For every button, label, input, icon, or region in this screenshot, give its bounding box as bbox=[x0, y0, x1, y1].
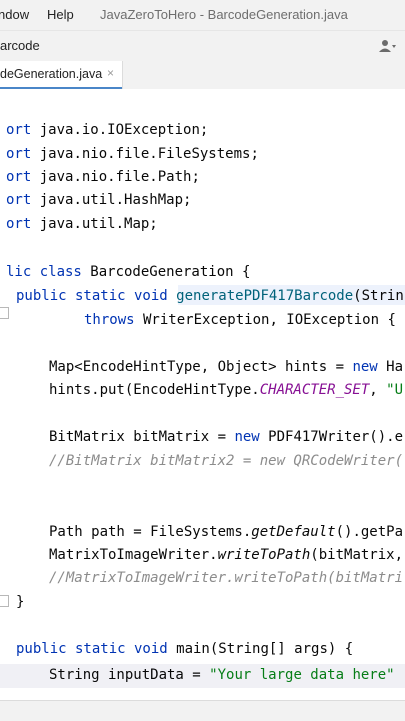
code-line-import: ort java.util.HashMap; bbox=[6, 189, 191, 211]
menu-item-help[interactable]: Help bbox=[47, 7, 74, 22]
string-literal: "Your large data here" bbox=[209, 667, 395, 683]
close-icon[interactable]: × bbox=[107, 66, 114, 80]
code-line-hints-declaration: Map<EncodeHintType, Object> hints = new … bbox=[49, 356, 403, 378]
code-line-comment: //BitMatrix bitMatrix2 = new QRCodeWrite… bbox=[49, 453, 404, 469]
import-keyword: ort bbox=[6, 122, 32, 138]
constant-name: CHARACTER_SET bbox=[259, 382, 370, 398]
status-bar bbox=[0, 700, 405, 721]
new-keyword: new bbox=[234, 429, 260, 445]
import-keyword: ort bbox=[6, 192, 32, 208]
code-line-import: ort java.util.Map; bbox=[6, 213, 158, 235]
code-line-input-data: String inputData = "Your large data here… bbox=[49, 664, 395, 686]
code-text: BitMatrix bitMatrix = bbox=[49, 429, 235, 445]
throws-list: WriterException, IOException { bbox=[134, 312, 396, 328]
menu-bar: ndow Help JavaZeroToHero - BarcodeGenera… bbox=[0, 0, 405, 30]
code-text: hints.put(EncodeHintType. bbox=[49, 382, 260, 398]
import-package: java.io.IOException; bbox=[31, 122, 209, 138]
import-package: java.util.Map; bbox=[31, 216, 158, 232]
import-package: java.nio.file.FileSystems; bbox=[31, 146, 259, 162]
fold-marker-icon[interactable] bbox=[0, 595, 9, 607]
method-modifiers: public static void bbox=[16, 288, 168, 304]
code-line-hints-put: hints.put(EncodeHintType.CHARACTER_SET, … bbox=[49, 379, 403, 401]
code-line-bitmatrix: BitMatrix bitMatrix = new PDF417Writer()… bbox=[49, 426, 403, 448]
menu-item-window[interactable]: ndow bbox=[0, 7, 29, 22]
code-line-write-to-path: MatrixToImageWriter.writeToPath(bitMatri… bbox=[49, 544, 403, 566]
code-line-method-declaration: public static void generatePDF417Barcode… bbox=[16, 285, 404, 307]
throws-keyword: throws bbox=[84, 312, 135, 328]
code-line-class-declaration: lic class BarcodeGeneration { bbox=[6, 261, 250, 283]
import-package: java.nio.file.Path; bbox=[31, 169, 200, 185]
code-text: MatrixToImageWriter. bbox=[49, 547, 218, 563]
method-call: getDefault bbox=[251, 524, 336, 540]
class-keyword: lic class bbox=[6, 264, 82, 280]
code-line-import: ort java.nio.file.FileSystems; bbox=[6, 143, 259, 165]
code-line-main-declaration: public static void main(String[] args) { bbox=[16, 638, 353, 660]
code-text: Path path = FileSystems. bbox=[49, 524, 252, 540]
code-line-import: ort java.io.IOException; bbox=[6, 119, 208, 141]
code-line-partial: ----------------------------------------… bbox=[6, 89, 352, 99]
class-name: BarcodeGeneration { bbox=[81, 264, 251, 280]
code-text: ().getPa bbox=[335, 524, 404, 540]
window-title: JavaZeroToHero - BarcodeGeneration.java bbox=[100, 7, 348, 22]
new-keyword: new bbox=[352, 359, 378, 375]
method-params: (Strin bbox=[353, 288, 404, 304]
code-text: PDF417Writer().e bbox=[259, 429, 404, 445]
method-name: main bbox=[167, 641, 210, 657]
code-line-throws: throws WriterException, IOException { bbox=[84, 309, 396, 331]
code-text: Ha bbox=[377, 359, 404, 375]
method-call: writeToPath bbox=[217, 547, 311, 563]
string-literal: "U bbox=[386, 382, 404, 398]
code-line-path: Path path = FileSystems.getDefault().get… bbox=[49, 521, 403, 543]
code-text: (bitMatrix, bbox=[310, 547, 404, 563]
import-package: java.util.HashMap; bbox=[31, 192, 192, 208]
tab-barcode-generation[interactable]: deGeneration.java × bbox=[0, 61, 123, 90]
code-line-import: ort java.nio.file.Path; bbox=[6, 166, 200, 188]
import-keyword: ort bbox=[6, 169, 32, 185]
user-icon[interactable] bbox=[379, 39, 397, 53]
fold-marker-icon[interactable] bbox=[0, 307, 9, 319]
tab-label: deGeneration.java bbox=[0, 67, 103, 81]
code-text: , bbox=[369, 382, 387, 398]
breadcrumb[interactable]: arcode bbox=[0, 38, 40, 53]
code-text: Map<EncodeHintType, Object> hints = bbox=[49, 359, 353, 375]
method-modifiers: public static void bbox=[16, 641, 168, 657]
code-line-comment: //MatrixToImageWriter.writeToPath(bitMat… bbox=[49, 570, 404, 586]
navigation-bar: arcode bbox=[0, 30, 405, 62]
import-keyword: ort bbox=[6, 216, 32, 232]
method-params: (String[] args) { bbox=[209, 641, 354, 657]
import-keyword: ort bbox=[6, 146, 32, 162]
code-editor[interactable]: ----------------------------------------… bbox=[0, 89, 405, 700]
code-text: String inputData = bbox=[49, 667, 210, 683]
editor-tab-bar: deGeneration.java × bbox=[0, 61, 405, 90]
method-name: generatePDF417Barcode bbox=[176, 288, 354, 304]
code-line-close-brace: } bbox=[16, 594, 25, 610]
